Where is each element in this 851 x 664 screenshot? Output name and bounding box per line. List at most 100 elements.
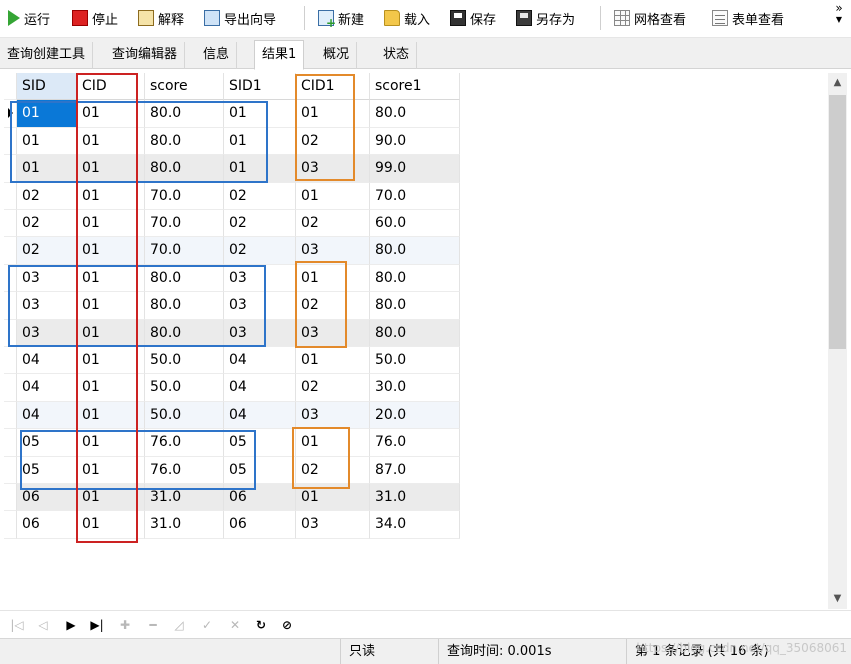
row-indicator[interactable] — [4, 264, 17, 293]
cell-score[interactable]: 80.0 — [145, 155, 224, 183]
table-row[interactable]: 03 01 80.0 03 01 80.0 — [4, 264, 460, 293]
cell-sid[interactable]: 05 — [17, 429, 77, 457]
cell-sid1[interactable]: 03 — [224, 319, 296, 347]
table-row[interactable]: 01 01 80.0 01 02 90.0 — [4, 127, 460, 156]
cell-sid[interactable]: 04 — [17, 401, 77, 430]
next-record-icon[interactable]: ▶ — [62, 616, 80, 634]
row-indicator[interactable] — [4, 127, 17, 156]
cell-sid1[interactable]: 02 — [224, 210, 296, 238]
row-indicator[interactable] — [4, 319, 17, 347]
cell-sid[interactable]: 02 — [17, 182, 77, 210]
column-header-score[interactable]: score — [145, 73, 224, 101]
explain-button[interactable]: 解释 — [138, 6, 184, 30]
cell-cid[interactable]: 01 — [77, 429, 145, 457]
cell-sid1[interactable]: 05 — [224, 429, 296, 457]
cell-score1[interactable]: 31.0 — [370, 484, 460, 512]
cell-score[interactable]: 76.0 — [145, 429, 224, 457]
prev-record-icon[interactable]: ◁ — [34, 616, 52, 634]
cell-sid[interactable]: 01 — [17, 100, 77, 128]
cell-score[interactable]: 70.0 — [145, 210, 224, 238]
cell-score1[interactable]: 50.0 — [370, 347, 460, 375]
tab-query-editor[interactable]: 查询编辑器 — [105, 42, 186, 69]
cell-score[interactable]: 80.0 — [145, 319, 224, 347]
table-row[interactable]: 01 01 80.0 01 01 80.0 — [4, 100, 460, 128]
first-record-icon[interactable]: |◁ — [8, 616, 26, 634]
cell-cid1[interactable]: 01 — [296, 429, 370, 457]
cell-score1[interactable]: 99.0 — [370, 155, 460, 183]
cell-sid1[interactable]: 01 — [224, 127, 296, 156]
cell-score[interactable]: 70.0 — [145, 182, 224, 210]
column-header-sid[interactable]: SID — [17, 73, 77, 101]
cell-sid1[interactable]: 04 — [224, 347, 296, 375]
vertical-scrollbar[interactable]: ▲ ▼ — [828, 73, 847, 609]
save-as-button[interactable]: 另存为 — [516, 6, 575, 30]
result-grid[interactable]: SID CID score SID1 CID1 score1 01 01 80.0 01 01 80.… — [4, 73, 827, 609]
table-row[interactable]: 03 01 80.0 03 03 80.0 — [4, 319, 460, 347]
run-button[interactable]: 运行 — [8, 6, 50, 30]
cell-sid1[interactable]: 02 — [224, 182, 296, 210]
cell-cid[interactable]: 01 — [77, 401, 145, 430]
cell-cid1[interactable]: 03 — [296, 511, 370, 539]
cell-score1[interactable]: 30.0 — [370, 374, 460, 402]
row-indicator[interactable] — [4, 292, 17, 320]
tab-info[interactable]: 信息 — [196, 42, 238, 69]
apply-changes-icon[interactable]: ✓ — [198, 616, 216, 634]
cell-cid1[interactable]: 02 — [296, 292, 370, 320]
cell-cid[interactable]: 01 — [77, 100, 145, 128]
table-row[interactable]: 06 01 31.0 06 03 34.0 — [4, 511, 460, 539]
stop-loading-icon[interactable]: ⊘ — [278, 616, 296, 634]
row-indicator[interactable] — [4, 237, 17, 265]
cell-sid[interactable]: 06 — [17, 484, 77, 512]
scroll-up-icon[interactable]: ▲ — [828, 73, 847, 93]
cell-sid1[interactable]: 04 — [224, 401, 296, 430]
cell-sid1[interactable]: 03 — [224, 264, 296, 293]
refresh-icon[interactable]: ↻ — [252, 616, 270, 634]
column-header-sid1[interactable]: SID1 — [224, 73, 296, 101]
table-row[interactable]: 04 01 50.0 04 01 50.0 — [4, 347, 460, 375]
row-indicator[interactable] — [4, 429, 17, 457]
cell-cid[interactable]: 01 — [77, 210, 145, 238]
cell-sid[interactable]: 03 — [17, 319, 77, 347]
row-indicator[interactable] — [4, 456, 17, 484]
cell-sid1[interactable]: 05 — [224, 456, 296, 484]
cell-sid[interactable]: 04 — [17, 347, 77, 375]
last-record-icon[interactable]: ▶| — [88, 616, 106, 634]
cell-score[interactable]: 80.0 — [145, 292, 224, 320]
cell-sid[interactable]: 05 — [17, 456, 77, 484]
row-indicator[interactable] — [4, 210, 17, 238]
cell-sid1[interactable]: 06 — [224, 511, 296, 539]
row-indicator[interactable] — [4, 511, 17, 539]
cell-cid[interactable]: 01 — [77, 374, 145, 402]
table-row[interactable]: 06 01 31.0 06 01 31.0 — [4, 484, 460, 512]
tab-query-builder[interactable]: 查询创建工具 — [0, 42, 94, 69]
cell-cid[interactable]: 01 — [77, 484, 145, 512]
cell-score1[interactable]: 80.0 — [370, 319, 460, 347]
table-row[interactable]: 03 01 80.0 03 02 80.0 — [4, 292, 460, 320]
cell-cid1[interactable]: 03 — [296, 401, 370, 430]
cell-cid1[interactable]: 02 — [296, 210, 370, 238]
cell-cid1[interactable]: 01 — [296, 264, 370, 293]
cell-cid[interactable]: 01 — [77, 155, 145, 183]
scroll-down-icon[interactable]: ▼ — [828, 589, 847, 609]
cell-sid1[interactable]: 03 — [224, 292, 296, 320]
cell-sid[interactable]: 01 — [17, 155, 77, 183]
cell-sid[interactable]: 03 — [17, 292, 77, 320]
table-row[interactable]: 02 01 70.0 02 02 60.0 — [4, 210, 460, 238]
cell-sid[interactable]: 06 — [17, 511, 77, 539]
row-indicator[interactable] — [4, 182, 17, 210]
cell-cid1[interactable]: 03 — [296, 155, 370, 183]
cell-score[interactable]: 70.0 — [145, 237, 224, 265]
tab-overview[interactable]: 概况 — [316, 42, 358, 69]
table-row[interactable]: 04 01 50.0 04 02 30.0 — [4, 374, 460, 402]
table-row[interactable]: 02 01 70.0 02 03 80.0 — [4, 237, 460, 265]
cell-score[interactable]: 50.0 — [145, 374, 224, 402]
cell-sid1[interactable]: 02 — [224, 237, 296, 265]
cell-sid[interactable]: 01 — [17, 127, 77, 156]
cell-cid1[interactable]: 02 — [296, 456, 370, 484]
header-corner[interactable] — [4, 73, 17, 101]
cell-score[interactable]: 80.0 — [145, 127, 224, 156]
cell-cid[interactable]: 01 — [77, 347, 145, 375]
cell-score1[interactable]: 60.0 — [370, 210, 460, 238]
cell-score[interactable]: 80.0 — [145, 264, 224, 293]
cell-sid1[interactable]: 06 — [224, 484, 296, 512]
